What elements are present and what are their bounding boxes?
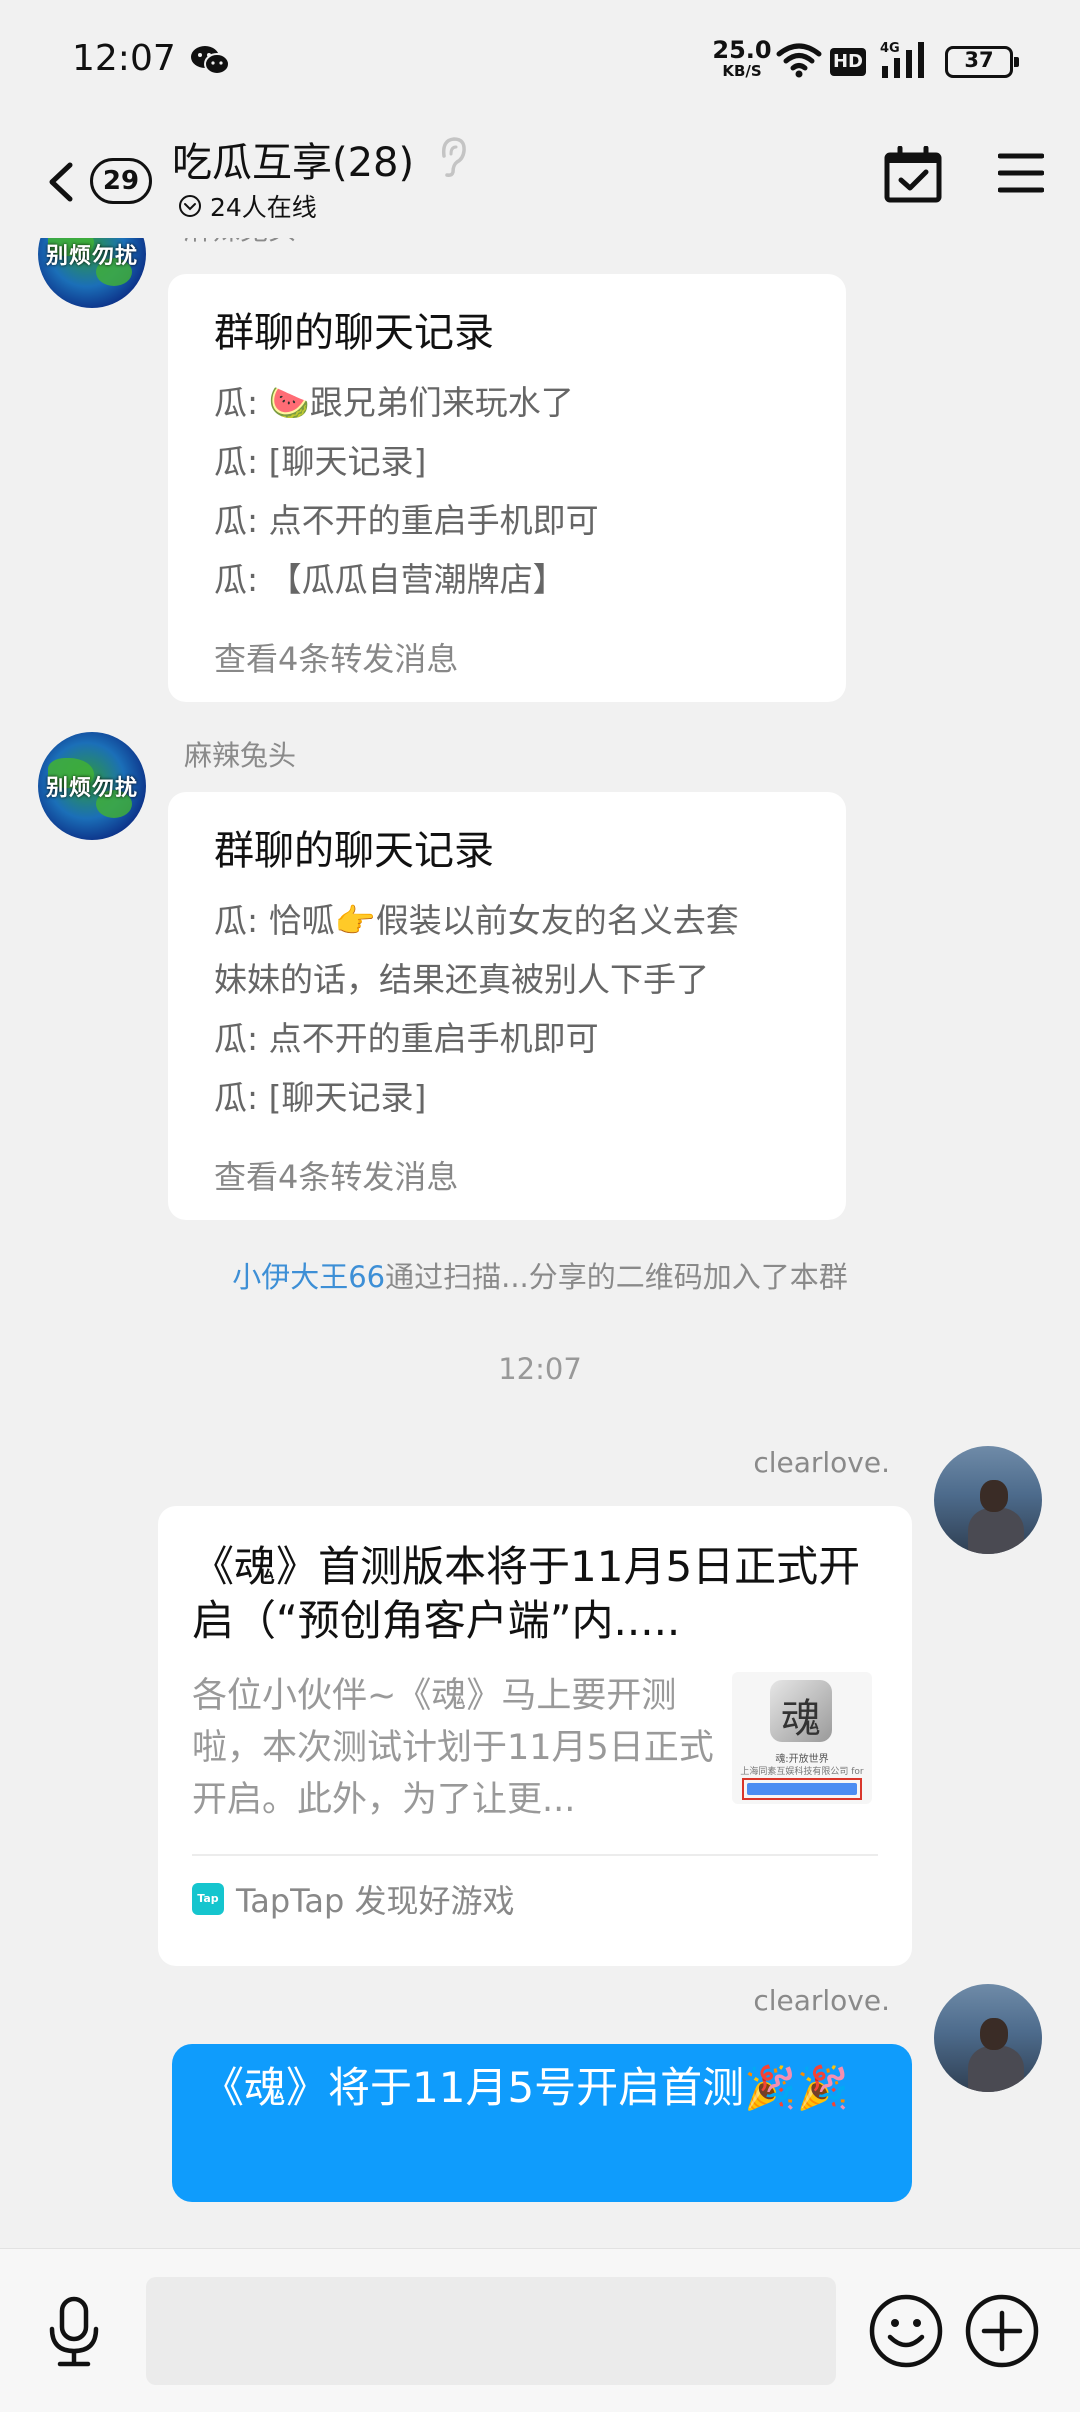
- forward-line: 瓜: [聊天记录]: [214, 1078, 427, 1117]
- system-text: 通过扫描...分享的二维码加入了本群: [385, 1260, 848, 1294]
- battery-level: 37: [964, 48, 994, 72]
- avatar-text: 别烦勿扰: [45, 244, 138, 269]
- game-logo: 魂: [770, 1680, 832, 1742]
- forward-title: 群聊的聊天记录: [214, 828, 494, 874]
- menu-icon[interactable]: [998, 150, 1044, 196]
- battery-icon: 37: [945, 46, 1019, 78]
- calendar-check-icon[interactable]: [884, 146, 942, 204]
- unread-count-badge: 29: [90, 158, 152, 204]
- share-title: 《魂》首测版本将于11月5日正式开启（“预创角客户端”内.....: [192, 1542, 861, 1645]
- input-bar: [0, 2248, 1080, 2412]
- thumb-caption: 魂:开放世界: [775, 1754, 829, 1765]
- cellular-signal-icon: 4G: [880, 41, 924, 78]
- sender-name: clearlove.: [753, 1984, 890, 2017]
- hd-badge: HD: [830, 48, 866, 76]
- group-title[interactable]: 吃瓜互享(28): [172, 130, 414, 188]
- text-message-bubble[interactable]: 《魂》将于11月5号开启首测🎉🎉: [172, 2044, 912, 2202]
- thumb-caption: 上海同素互娱科技有限公司 for: [740, 1767, 864, 1777]
- forward-footer: 查看4条转发消息: [214, 640, 459, 678]
- forward-line: 瓜: 【瓜瓜自营潮牌店】: [214, 560, 566, 599]
- forward-line: 瓜: 点不开的重启手机即可: [214, 501, 599, 540]
- chevron-circle-down-icon: [179, 195, 201, 217]
- share-source: Tap TapTap 发现好游戏: [192, 1876, 515, 1922]
- online-status[interactable]: 24人在线: [178, 188, 317, 224]
- thumb-button: [742, 1778, 862, 1800]
- chat-header: 29 吃瓜互享(28) 24人在线: [0, 126, 1080, 238]
- forward-title: 群聊的聊天记录: [214, 310, 494, 356]
- status-time: 12:07: [72, 38, 176, 79]
- sender-name: 麻辣兔头: [184, 739, 297, 772]
- share-thumbnail: 魂 魂:开放世界 上海同素互娱科技有限公司 for: [732, 1672, 872, 1804]
- network-speed: 25.0 KB/S: [712, 38, 772, 79]
- avatar[interactable]: 别烦勿扰: [38, 238, 146, 308]
- user-link[interactable]: 小伊大王66: [232, 1260, 385, 1294]
- message-text: 《魂》将于11月5号开启首测🎉🎉: [202, 2063, 849, 2112]
- forward-line: 瓜: [聊天记录]: [214, 442, 427, 481]
- taptap-icon: Tap: [192, 1883, 224, 1915]
- back-button[interactable]: 29: [38, 148, 158, 212]
- forward-line: 瓜: 🍉跟兄弟们来玩水了: [214, 383, 574, 422]
- shared-link-card[interactable]: 《魂》首测版本将于11月5日正式开启（“预创角客户端”内..... 各位小伙伴~…: [158, 1506, 912, 1966]
- online-count-text: 24人在线: [210, 193, 317, 222]
- wifi-icon: [776, 43, 822, 78]
- forward-footer: 查看4条转发消息: [214, 1158, 459, 1196]
- avatar[interactable]: [934, 1446, 1042, 1554]
- time-divider: 12:07: [498, 1352, 582, 1386]
- ear-mode-icon[interactable]: [436, 134, 468, 178]
- network-speed-unit: KB/S: [722, 62, 762, 80]
- share-source-text: TapTap 发现好游戏: [236, 1882, 515, 1920]
- share-description: 各位小伙伴~《魂》马上要开测啦，本次测试计划于11月5日正式开启。此外，为了让更…: [192, 1676, 714, 1820]
- forward-line: 瓜: 恰呱👉假装以前女友的名义去套: [214, 901, 739, 940]
- avatar-text: 别烦勿扰: [45, 776, 138, 801]
- network-speed-value: 25.0: [712, 36, 772, 64]
- wechat-notification-icon: [191, 46, 230, 75]
- chevron-left-icon: [49, 162, 73, 202]
- forward-line: 瓜: 点不开的重启手机即可: [214, 1019, 599, 1058]
- signal-label: 4G: [880, 41, 900, 56]
- system-join-message: 小伊大王66通过扫描...分享的二维码加入了本群: [0, 1254, 1080, 1296]
- avatar[interactable]: [934, 1984, 1042, 2092]
- forward-line: 妹妹的话，结果还真被别人下手了: [214, 960, 709, 999]
- plus-icon[interactable]: [964, 2293, 1040, 2369]
- forwarded-chat-card[interactable]: 群聊的聊天记录 瓜: 🍉跟兄弟们来玩水了 瓜: [聊天记录] 瓜: 点不开的重启…: [168, 274, 846, 702]
- message-input[interactable]: [146, 2277, 836, 2385]
- forwarded-chat-card[interactable]: 群聊的聊天记录 瓜: 恰呱👉假装以前女友的名义去套 妹妹的话，结果还真被别人下手…: [168, 792, 846, 1220]
- emoji-icon[interactable]: [868, 2293, 944, 2369]
- sender-name: 麻辣兔头: [184, 238, 296, 248]
- avatar[interactable]: 别烦勿扰: [38, 732, 146, 840]
- message-list[interactable]: 麻辣兔头 别烦勿扰 群聊的聊天记录 瓜: 🍉跟兄弟们来玩水了 瓜: [聊天记录]…: [0, 238, 1080, 2248]
- divider: [192, 1854, 878, 1856]
- sender-name: clearlove.: [753, 1446, 890, 1479]
- game-logo-glyph: 魂: [781, 1696, 821, 1742]
- microphone-icon[interactable]: [44, 2295, 104, 2369]
- status-bar: 12:07 25.0 KB/S HD 4G 37: [0, 0, 1080, 126]
